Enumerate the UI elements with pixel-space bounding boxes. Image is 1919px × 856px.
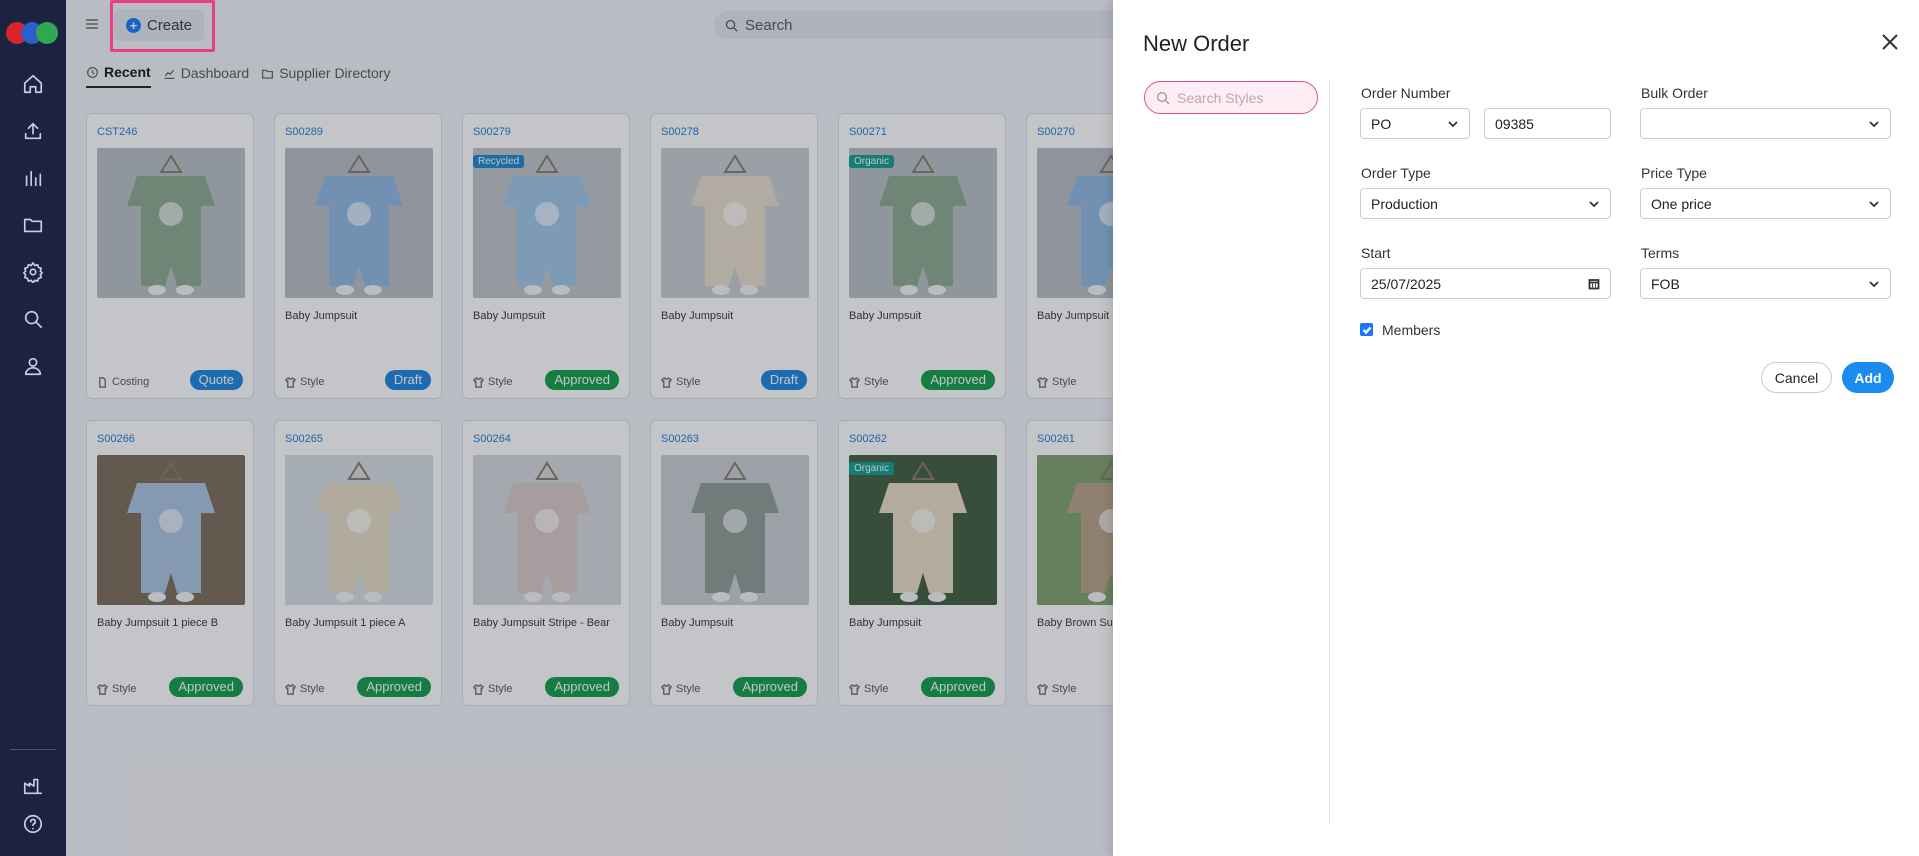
- order-number-label: Order Number: [1361, 85, 1451, 101]
- search-icon[interactable]: [19, 305, 47, 333]
- sidebar: [0, 0, 66, 856]
- order-prefix-select[interactable]: PO: [1360, 108, 1470, 139]
- search-styles-field[interactable]: [1144, 81, 1318, 114]
- bar-chart-icon[interactable]: [19, 164, 47, 192]
- terms-label: Terms: [1641, 245, 1680, 261]
- folder-icon[interactable]: [19, 211, 47, 239]
- price-type-label: Price Type: [1641, 165, 1707, 181]
- search-icon: [1157, 91, 1170, 104]
- user-icon[interactable]: [19, 352, 47, 380]
- chevron-down-icon: [1869, 200, 1879, 207]
- create-button-highlight: [110, 0, 215, 52]
- start-date-input[interactable]: 25/07/2025: [1360, 268, 1611, 299]
- order-number-value: 09385: [1495, 115, 1534, 132]
- add-button[interactable]: Add: [1842, 362, 1894, 393]
- search-styles-input[interactable]: [1177, 89, 1307, 106]
- home-icon[interactable]: [19, 70, 47, 98]
- terms-value: FOB: [1651, 275, 1680, 292]
- terms-select[interactable]: FOB: [1640, 268, 1891, 299]
- help-icon[interactable]: [19, 810, 47, 838]
- price-type-select[interactable]: One price: [1640, 188, 1891, 219]
- new-order-drawer: New Order Order Number PO 09385 Bulk Ord…: [1113, 0, 1919, 856]
- order-number-input[interactable]: 09385: [1484, 108, 1611, 139]
- chevron-down-icon: [1869, 280, 1879, 287]
- chevron-down-icon: [1589, 200, 1599, 207]
- check-icon: [1362, 326, 1371, 334]
- upload-icon[interactable]: [19, 117, 47, 145]
- close-icon[interactable]: [1881, 33, 1899, 51]
- order-type-select[interactable]: Production: [1360, 188, 1611, 219]
- drawer-divider: [1329, 80, 1330, 825]
- price-type-value: One price: [1651, 195, 1712, 212]
- order-prefix-value: PO: [1371, 115, 1392, 132]
- start-label: Start: [1361, 245, 1391, 261]
- order-type-label: Order Type: [1361, 165, 1431, 181]
- members-checkbox[interactable]: [1360, 323, 1373, 336]
- members-label: Members: [1382, 322, 1441, 338]
- gear-icon[interactable]: [19, 258, 47, 286]
- app-logo: [6, 22, 58, 44]
- bulk-order-label: Bulk Order: [1641, 85, 1708, 101]
- calendar-icon[interactable]: [1588, 278, 1600, 290]
- order-type-value: Production: [1371, 195, 1438, 212]
- sidebar-divider: [10, 749, 56, 750]
- cancel-button[interactable]: Cancel: [1761, 362, 1832, 393]
- bulk-order-select[interactable]: [1640, 108, 1891, 139]
- drawer-title: New Order: [1143, 31, 1250, 56]
- start-date-value: 25/07/2025: [1371, 275, 1442, 292]
- factory-icon[interactable]: [19, 772, 47, 800]
- chevron-down-icon: [1448, 120, 1458, 127]
- chevron-down-icon: [1869, 120, 1879, 127]
